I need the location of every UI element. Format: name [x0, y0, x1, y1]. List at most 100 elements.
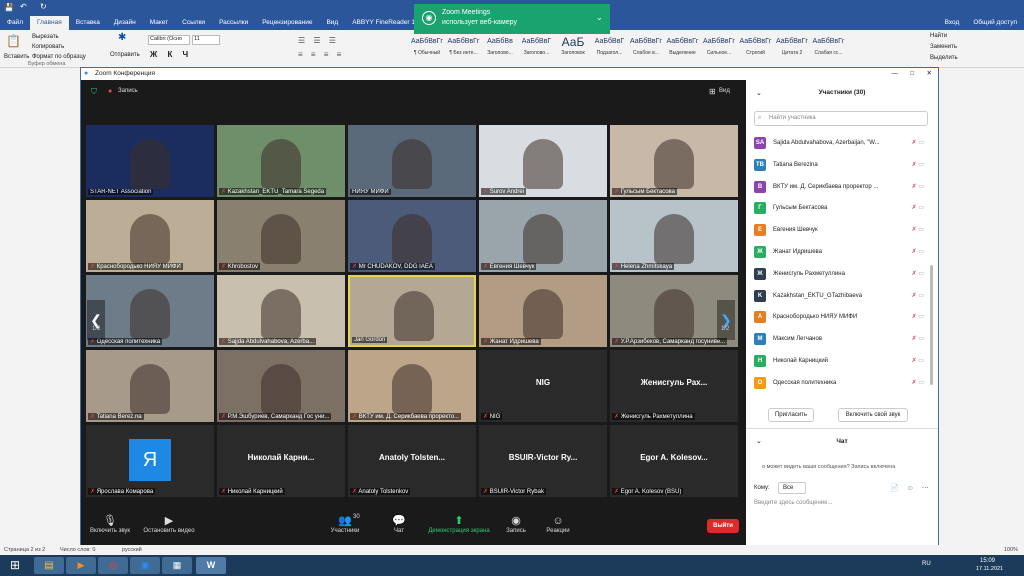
- tab-references[interactable]: Ссылки: [175, 16, 212, 30]
- participant-row[interactable]: TB Tatiana Berezina ✗ ▭: [754, 154, 930, 176]
- participant-row[interactable]: В ВКТУ им. Д. Серикбаева проректор ... ✗ ▭: [754, 176, 930, 198]
- font-size-select[interactable]: 11: [192, 35, 220, 45]
- share-screen-button[interactable]: ⬆ Демонстрация экрана: [421, 514, 497, 534]
- view-button[interactable]: Вид: [719, 88, 730, 94]
- zoom-camera-toast[interactable]: ◉ Zoom Meetings использует веб-камеру ⌄: [414, 4, 610, 34]
- chat-button[interactable]: 💬 Чат: [387, 514, 411, 534]
- chat-attach-icons[interactable]: 📄 ☺ ⋯: [890, 484, 932, 492]
- minimize-icon[interactable]: —: [892, 68, 899, 80]
- video-tile[interactable]: ✗ Жанат Идришева: [479, 275, 607, 347]
- stop-video-button[interactable]: ▶ Остановить видео: [139, 514, 199, 534]
- send-button[interactable]: Отправить: [110, 52, 140, 58]
- tab-layout[interactable]: Макет: [143, 16, 175, 30]
- video-tile[interactable]: ✗ Sajjda Abdulvahabova, Azerba...: [217, 275, 345, 347]
- participants-scrollbar[interactable]: [930, 265, 933, 385]
- style-item[interactable]: АаБбВвГг ¶ Без инте...: [447, 34, 481, 62]
- explorer-icon[interactable]: ▤: [34, 557, 64, 574]
- participant-row[interactable]: Ж Женисгуль Рахметуллина ✗ ▭: [754, 263, 930, 285]
- video-tile[interactable]: Николай Карни... ✗ Николай Карницкий: [217, 425, 345, 497]
- style-item[interactable]: АаБбВвГг ¶ Обычный: [410, 34, 444, 62]
- unmute-self-button[interactable]: Включить свой звук: [838, 408, 908, 422]
- video-tile[interactable]: Jan Gordon: [348, 275, 476, 347]
- word-count[interactable]: Число слов: 0: [60, 545, 95, 555]
- video-tile[interactable]: BSUIR-Victor Ry... ✗ BSUIR-Victor Rybak: [479, 425, 607, 497]
- video-tile[interactable]: ✗ Kazakhstan_EKTU_Tamara Segeda: [217, 125, 345, 197]
- chevron-down-icon[interactable]: ⌄: [596, 13, 603, 22]
- video-tile[interactable]: STAR-NET Association: [86, 125, 214, 197]
- video-tile[interactable]: Egor A. Kolesov... ✗ Egor A. Kolesov (BSU…: [610, 425, 738, 497]
- media-player-icon[interactable]: ▶: [66, 557, 96, 574]
- reactions-button[interactable]: ☺ Реакции: [541, 514, 575, 534]
- invite-button[interactable]: Пригласить: [768, 408, 814, 422]
- video-tile[interactable]: ✗ Гульсым Бектасова: [610, 125, 738, 197]
- video-tile[interactable]: ✗ Краснобородько НИЯУ МИФИ: [86, 200, 214, 272]
- video-tile[interactable]: ✗ Helena Zhmitskaya: [610, 200, 738, 272]
- tab-design[interactable]: Дизайн: [107, 16, 143, 30]
- video-tile[interactable]: ✗ ВКТУ им. Д. Серикбаева проректо...: [348, 350, 476, 422]
- participant-row[interactable]: М Максим Легчанов ✗ ▭: [754, 328, 930, 350]
- video-tile[interactable]: ✗ Tatiana Berez.na: [86, 350, 214, 422]
- paste-icon[interactable]: 📋: [6, 34, 21, 48]
- video-tile[interactable]: ✗ Surov Andrei: [479, 125, 607, 197]
- participant-row[interactable]: SA Sajida Abdulvahabova, Azerbaijan, "W..…: [754, 132, 930, 154]
- redo-icon[interactable]: ↻: [40, 2, 47, 11]
- participant-row[interactable]: А Красноборoдько НИЯУ МИФИ ✗ ▭: [754, 306, 930, 328]
- participant-row[interactable]: Г Гульсым Бектасова ✗ ▭: [754, 197, 930, 219]
- leave-button[interactable]: Выйти: [707, 519, 739, 533]
- tab-view[interactable]: Вид: [319, 16, 345, 30]
- signin-link[interactable]: Вход: [938, 16, 967, 30]
- language-status[interactable]: русский: [122, 545, 142, 555]
- video-tile[interactable]: NIG ✗ NIG: [479, 350, 607, 422]
- page-count[interactable]: Страница 2 из 2: [4, 545, 45, 555]
- prev-page-arrow[interactable]: ❮: [87, 300, 105, 340]
- shield-icon[interactable]: ⛉: [91, 87, 97, 97]
- style-item[interactable]: АаБбВвГг Сильное...: [702, 34, 736, 62]
- video-tile[interactable]: ✗ Mr CHUDAKOV, DDG IAEA: [348, 200, 476, 272]
- style-item[interactable]: АаБбВвГг Слабая сс...: [812, 34, 846, 62]
- cut-button[interactable]: Вырезать: [32, 34, 59, 40]
- paragraph-icons[interactable]: ☰ ☰ ☰: [298, 36, 339, 45]
- tab-home[interactable]: Главная: [29, 16, 69, 30]
- participant-row[interactable]: О Одесская политехника ✗ ▭: [754, 372, 930, 394]
- find-button[interactable]: Найти: [930, 33, 947, 39]
- tab-insert[interactable]: Вставка: [69, 16, 107, 30]
- video-tile[interactable]: НИЯУ МИФИ: [348, 125, 476, 197]
- video-tile[interactable]: ✗ Р.М.Эшбуриев, Самарканд Гос уни...: [217, 350, 345, 422]
- select-button[interactable]: Выделить: [930, 55, 958, 61]
- participant-row[interactable]: Е Евгения Шевчук ✗ ▭: [754, 219, 930, 241]
- maximize-icon[interactable]: □: [910, 68, 914, 80]
- video-tile[interactable]: ✗ Евгения Шевчук: [479, 200, 607, 272]
- style-item[interactable]: АаБбВвГ Заголово...: [520, 34, 554, 62]
- video-tile[interactable]: ✗ Khrobostov: [217, 200, 345, 272]
- copy-button[interactable]: Копировать: [32, 44, 64, 50]
- participant-row[interactable]: K Kazakhstan_EKTU_GTazhibaeva ✗ ▭: [754, 285, 930, 307]
- style-item[interactable]: АаБбВвГг Цитата 2: [775, 34, 809, 62]
- tab-file[interactable]: Файл: [0, 16, 30, 30]
- style-item[interactable]: АаБбВвГ Подзагол...: [593, 34, 627, 62]
- save-icon[interactable]: 💾: [4, 3, 14, 12]
- zoom-level[interactable]: 100%: [1004, 545, 1018, 555]
- chrome-icon[interactable]: ◎: [98, 557, 128, 574]
- close-icon[interactable]: ✕: [927, 68, 932, 80]
- replace-button[interactable]: Заменить: [930, 44, 957, 50]
- chat-recipient-select[interactable]: Все: [778, 482, 806, 494]
- tab-review[interactable]: Рецензирование: [255, 16, 319, 30]
- style-item[interactable]: АаБбВвГг Выделение: [666, 34, 700, 62]
- style-item[interactable]: АаБбВвГг Слабое в...: [629, 34, 663, 62]
- clock-time[interactable]: 15:09: [980, 558, 995, 564]
- format-painter-button[interactable]: Формат по образцу: [32, 54, 86, 60]
- clock-date[interactable]: 17.11.2021: [976, 566, 1003, 572]
- zoom-app-icon[interactable]: ▣: [130, 557, 160, 574]
- video-tile[interactable]: Женисгуль Рах... ✗ Женисгуль Рахметуллина: [610, 350, 738, 422]
- participant-row[interactable]: Ж Жанат Идришева ✗ ▭: [754, 241, 930, 263]
- align-icons[interactable]: ≡ ≡ ≡ ≡: [298, 50, 344, 59]
- record-button[interactable]: ◉ Запись: [501, 514, 531, 534]
- start-button-icon[interactable]: ⊞: [2, 557, 28, 574]
- paste-button[interactable]: Вставить: [4, 54, 29, 60]
- chat-input[interactable]: Введите здесь сообщение...: [754, 500, 833, 506]
- font-name-select[interactable]: Calibri (Осно: [148, 35, 190, 45]
- video-tile[interactable]: ✗ Одесская политехника: [86, 275, 214, 347]
- next-page-arrow[interactable]: ❯: [717, 300, 735, 340]
- participant-search-input[interactable]: ⌕ Найти участника: [754, 111, 928, 126]
- input-language[interactable]: RU: [922, 561, 931, 567]
